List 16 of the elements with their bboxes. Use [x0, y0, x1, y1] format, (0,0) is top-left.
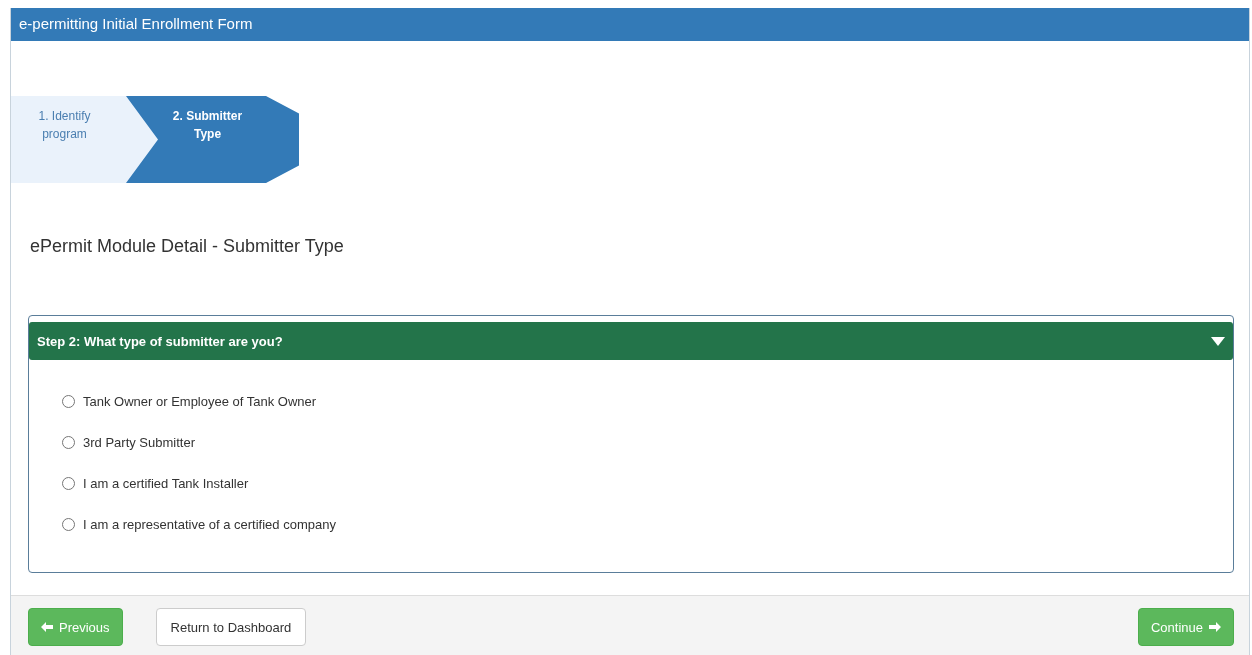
caret-icon[interactable] — [1211, 336, 1225, 346]
radio-button[interactable] — [62, 517, 75, 531]
wizard-step[interactable]: 2. Submitter Type — [126, 96, 299, 183]
option-label[interactable]: 3rd Party Submitter — [83, 434, 195, 450]
dashboard-button[interactable]: Return to Dashboard — [155, 608, 307, 646]
radio-button[interactable] — [62, 435, 75, 449]
option-label[interactable]: Tank Owner or Employee of Tank Owner — [83, 393, 317, 409]
panel-title: Step 2: What type of submitter are you? — [37, 333, 283, 349]
option-label[interactable]: I am a representative of a certified company — [83, 516, 336, 532]
page-heading: ePermit Module Detail - Submitter Type — [30, 236, 345, 258]
arrow-icon — [1209, 622, 1221, 632]
option-label[interactable]: I am a certified Tank Installer — [83, 475, 249, 491]
radio-button[interactable] — [62, 394, 75, 408]
window-title: e-permitting Initial Enrollment Form — [11, 8, 1249, 41]
radio-button[interactable] — [62, 476, 75, 490]
arrow-icon — [41, 622, 53, 632]
